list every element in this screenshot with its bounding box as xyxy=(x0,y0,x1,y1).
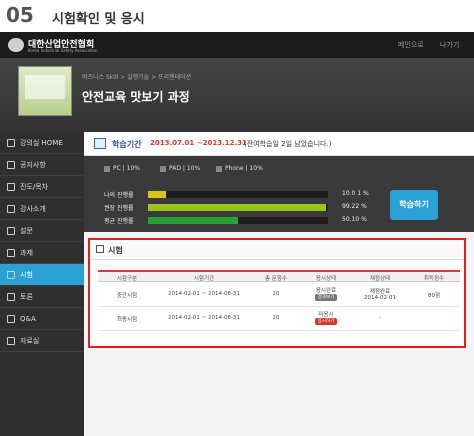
course-banner: 비즈니스 Skill > 실행기술 > 프리젠테이션 안전교육 맛보기 과정 xyxy=(0,58,474,132)
sidebar-item-task[interactable]: 과제 xyxy=(0,242,84,264)
notice-icon xyxy=(7,161,15,169)
logo-icon xyxy=(8,38,24,52)
list-icon xyxy=(7,183,15,191)
progress-track xyxy=(148,217,328,224)
table-row: 중간시험 2014-02-01 ~ 2014-08-31 20 응시완료 결과보… xyxy=(98,283,460,307)
progress-fill-recommended xyxy=(148,204,327,211)
sidebar-item-home[interactable]: 강의실 HOME xyxy=(0,132,84,154)
calendar-icon xyxy=(94,138,106,149)
step-number: 05 xyxy=(6,3,34,27)
sidebar-item-instructor[interactable]: 강사소개 xyxy=(0,198,84,220)
course-title: 안전교육 맛보기 과정 xyxy=(82,90,190,104)
home-icon xyxy=(7,139,15,147)
pad-icon xyxy=(160,165,166,172)
sidebar-item-qa[interactable]: Q&A xyxy=(0,308,84,330)
step-title: 시험확인 및 응시 xyxy=(52,12,145,27)
study-button[interactable]: 학습하기 xyxy=(390,190,438,220)
pencil-icon xyxy=(96,245,104,253)
exam-header: 시험 xyxy=(90,240,464,260)
progress-fill-mine xyxy=(148,191,166,198)
exam-icon xyxy=(7,271,15,279)
top-bar: 대한산업안전협회 Korea Industrial Safety Associa… xyxy=(0,32,474,58)
progress-panel: PC | 10% PAD | 10% Phone | 10% 나의 진행률 10… xyxy=(84,156,474,232)
progress-fill-average xyxy=(148,217,238,224)
period-dates: 2013.07.01 ~2013.12.31 xyxy=(150,139,247,147)
lms-window: 대한산업안전협회 Korea Industrial Safety Associa… xyxy=(0,32,474,436)
progress-track xyxy=(148,204,328,211)
progress-row-average: 평균 진행률 50.10 % xyxy=(104,216,367,225)
sidebar-item-exam[interactable]: 시험 xyxy=(0,264,84,286)
sidebar-item-discussion[interactable]: 토론 xyxy=(0,286,84,308)
device-pc: PC | 10% xyxy=(104,165,140,172)
main-link[interactable]: 메인으로 xyxy=(398,40,424,50)
table-row: 최종시험 2014-02-01 ~ 2014-08-31 20 미응시 응시하기… xyxy=(98,307,460,331)
device-pad: PAD | 10% xyxy=(160,165,200,172)
survey-icon xyxy=(7,227,15,235)
sidebar-item-progress[interactable]: 진도/목차 xyxy=(0,176,84,198)
progress-track xyxy=(148,191,328,198)
phone-icon xyxy=(216,165,222,172)
sidebar-item-archive[interactable]: 자료실 xyxy=(0,330,84,352)
discussion-icon xyxy=(7,293,15,301)
main-content: 학습기간 2013.07.01 ~2013.12.31 (잔여학습일 2일 남았… xyxy=(84,132,474,436)
person-icon xyxy=(7,205,15,213)
breadcrumb: 비즈니스 Skill > 실행기술 > 프리젠테이션 xyxy=(82,74,192,81)
period-remaining: (잔여학습일 2일 남았습니다.) xyxy=(244,140,332,148)
qa-icon xyxy=(7,315,15,323)
device-phone: Phone | 10% xyxy=(216,165,263,172)
study-period-bar: 학습기간 2013.07.01 ~2013.12.31 (잔여학습일 2일 남았… xyxy=(84,132,474,156)
logo-subtext: Korea Industrial Safety Association xyxy=(28,48,98,53)
progress-row-mine: 나의 진행률 10.0 1 % xyxy=(104,190,369,199)
take-exam-button[interactable]: 응시하기 xyxy=(314,318,338,325)
folder-icon xyxy=(7,337,15,345)
exam-section: 시험 시험구분 시험기간 총 문항수 응시상태 채점상태 취득점수 중간시험 2… xyxy=(88,238,466,348)
exam-title: 시험 xyxy=(108,246,123,255)
step-header: 05 시험확인 및 응시 xyxy=(0,0,474,30)
table-header: 시험구분 시험기간 총 문항수 응시상태 채점상태 취득점수 xyxy=(98,270,460,282)
period-label: 학습기간 xyxy=(112,140,142,149)
result-button[interactable]: 결과보기 xyxy=(314,294,338,301)
progress-row-recommended: 권장 진행률 99.22 % xyxy=(104,203,367,212)
pc-icon xyxy=(104,165,110,172)
sidebar: 강의실 HOME 공지사항 진도/목차 강사소개 설문 과제 시험 토론 Q&A… xyxy=(0,132,84,436)
task-icon xyxy=(7,249,15,257)
sidebar-item-survey[interactable]: 설문 xyxy=(0,220,84,242)
sidebar-item-notice[interactable]: 공지사항 xyxy=(0,154,84,176)
exit-link[interactable]: 나가기 xyxy=(440,40,459,50)
course-thumbnail xyxy=(18,66,72,116)
